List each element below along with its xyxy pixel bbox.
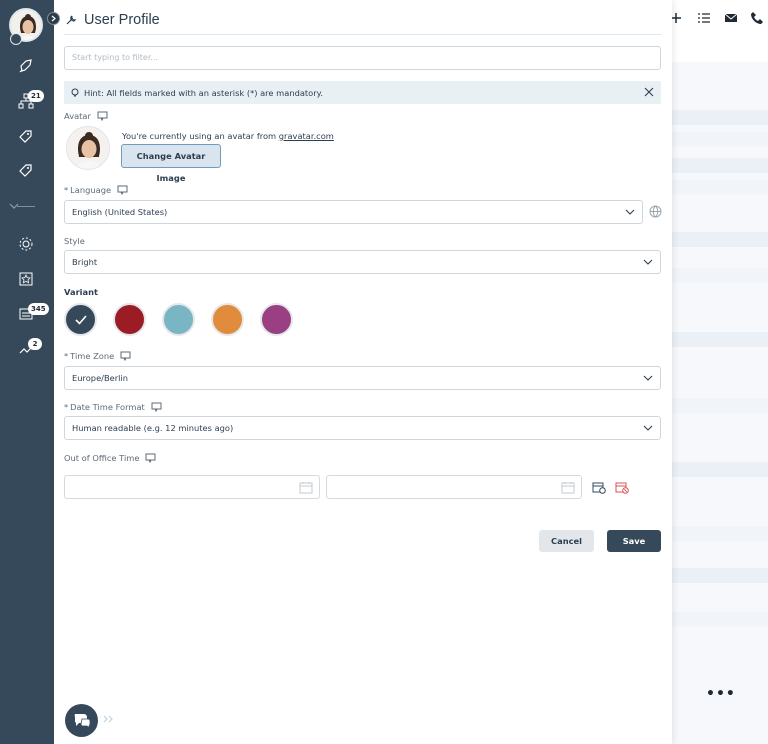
header-divider [64, 34, 661, 35]
tooltip-icon[interactable] [145, 453, 156, 463]
checkmark-icon [75, 315, 87, 325]
tag-search-icon[interactable] [16, 127, 36, 147]
out-of-office-end-input[interactable] [326, 475, 582, 499]
chevron-down-icon [625, 209, 635, 215]
save-button[interactable]: Save [607, 530, 661, 552]
wrench-icon [66, 15, 77, 25]
timezone-value: Europe/Berlin [72, 373, 129, 383]
variant-label-text: Variant [64, 287, 98, 297]
avatar-portrait-icon [67, 127, 109, 169]
page-title: User Profile [84, 12, 160, 28]
lightbulb-icon [71, 88, 79, 96]
chat-bubble-icon [74, 714, 91, 729]
language-value: English (United States) [72, 207, 168, 217]
background-toolbar [671, 0, 768, 62]
calendar-icon[interactable] [561, 481, 575, 494]
background-row [672, 398, 768, 413]
out-of-office-label: Out of Office Time [64, 453, 156, 463]
language-label: * Language [64, 185, 128, 195]
avatar-label: Avatar [64, 111, 108, 121]
calendar-clock-icon[interactable] [592, 481, 606, 494]
avatar-image [66, 126, 110, 170]
required-marker: * [64, 402, 69, 412]
user-profile-panel: User Profile Start typing to filter... H… [54, 0, 672, 744]
cancel-button[interactable]: Cancel [539, 530, 594, 552]
avatar-description: You're currently using an avatar from gr… [122, 131, 334, 141]
hint-text: Hint: All fields marked with an asterisk… [84, 87, 324, 98]
avatar-label-text: Avatar [64, 111, 91, 121]
background-row [672, 232, 768, 247]
change-avatar-button[interactable]: Change Avatar Image [121, 144, 221, 183]
more-options-icon[interactable]: ••• [706, 686, 736, 702]
tooltip-icon[interactable] [151, 402, 162, 412]
background-row [672, 526, 768, 541]
sidebar-divider [17, 206, 35, 207]
globe-icon[interactable] [649, 205, 662, 218]
filter-input[interactable]: Start typing to filter... [64, 46, 661, 70]
tag-icon[interactable] [16, 161, 36, 181]
datetime-format-label-text: Date Time Format [70, 402, 145, 412]
variant-swatch-dark-blue[interactable] [64, 303, 97, 336]
background-app: ••• [671, 0, 768, 744]
required-marker: * [64, 185, 69, 195]
required-marker: * [64, 351, 69, 361]
datetime-format-label: * Date Time Format [64, 402, 162, 412]
avatar-description-text: You're currently using an avatar from [122, 131, 279, 141]
out-of-office-start-input[interactable] [64, 475, 320, 499]
variant-swatch-dark-red[interactable] [113, 303, 146, 336]
close-icon[interactable] [643, 86, 655, 98]
background-row [672, 332, 768, 347]
mail-icon[interactable] [723, 10, 739, 26]
style-label-text: Style [64, 236, 85, 246]
background-row [672, 180, 768, 195]
variant-swatch-orange[interactable] [211, 303, 244, 336]
chevron-down-icon [643, 259, 653, 265]
background-row [672, 612, 768, 627]
chat-button[interactable] [65, 704, 98, 737]
rocket-icon[interactable] [16, 56, 36, 76]
language-label-text: Language [70, 185, 112, 195]
variant-label: Variant [64, 287, 98, 297]
hint-banner: Hint: All fields marked with an asterisk… [64, 81, 661, 104]
calendar-remove-icon[interactable] [615, 481, 629, 494]
reminders-count-badge: 2 [28, 338, 42, 350]
chevron-down-icon [643, 375, 653, 381]
datetime-format-value: Human readable (e.g. 12 minutes ago) [72, 423, 234, 433]
sidebar: 21 345 2 [0, 0, 60, 744]
style-label: Style [64, 236, 85, 246]
calendar-icon[interactable] [299, 481, 313, 494]
background-row [672, 132, 768, 147]
favorites-star-icon[interactable] [16, 269, 36, 289]
gravatar-link[interactable]: gravatar.com [279, 131, 334, 141]
background-row [672, 110, 768, 125]
phone-icon[interactable] [749, 10, 765, 26]
background-row [672, 158, 768, 173]
list-icon[interactable] [696, 10, 712, 26]
out-of-office-label-text: Out of Office Time [64, 453, 140, 463]
style-select[interactable]: Bright [64, 250, 661, 274]
timezone-label: * Time Zone [64, 351, 131, 361]
settings-gear-icon[interactable] [16, 234, 36, 254]
language-select[interactable]: English (United States) [64, 200, 643, 224]
chevron-down-icon [643, 425, 653, 431]
datetime-format-select[interactable]: Human readable (e.g. 12 minutes ago) [64, 416, 661, 440]
background-row [672, 568, 768, 583]
tooltip-icon[interactable] [117, 185, 128, 195]
background-row [672, 462, 768, 477]
timezone-select[interactable]: Europe/Berlin [64, 366, 661, 390]
variant-swatch-purple[interactable] [260, 303, 293, 336]
double-chevron-right-icon[interactable] [102, 714, 116, 724]
avatar-status-icon [10, 33, 22, 45]
timezone-label-text: Time Zone [70, 351, 115, 361]
expand-sidebar-icon[interactable] [47, 12, 60, 25]
background-row [672, 268, 768, 283]
tooltip-icon[interactable] [97, 111, 108, 121]
tooltip-icon[interactable] [120, 351, 131, 361]
notifications-count-badge: 345 [28, 303, 49, 315]
panel-header: User Profile [64, 9, 160, 31]
variant-swatch-light-blue[interactable] [162, 303, 195, 336]
tickets-count-badge: 21 [28, 90, 44, 102]
style-value: Bright [72, 257, 98, 267]
